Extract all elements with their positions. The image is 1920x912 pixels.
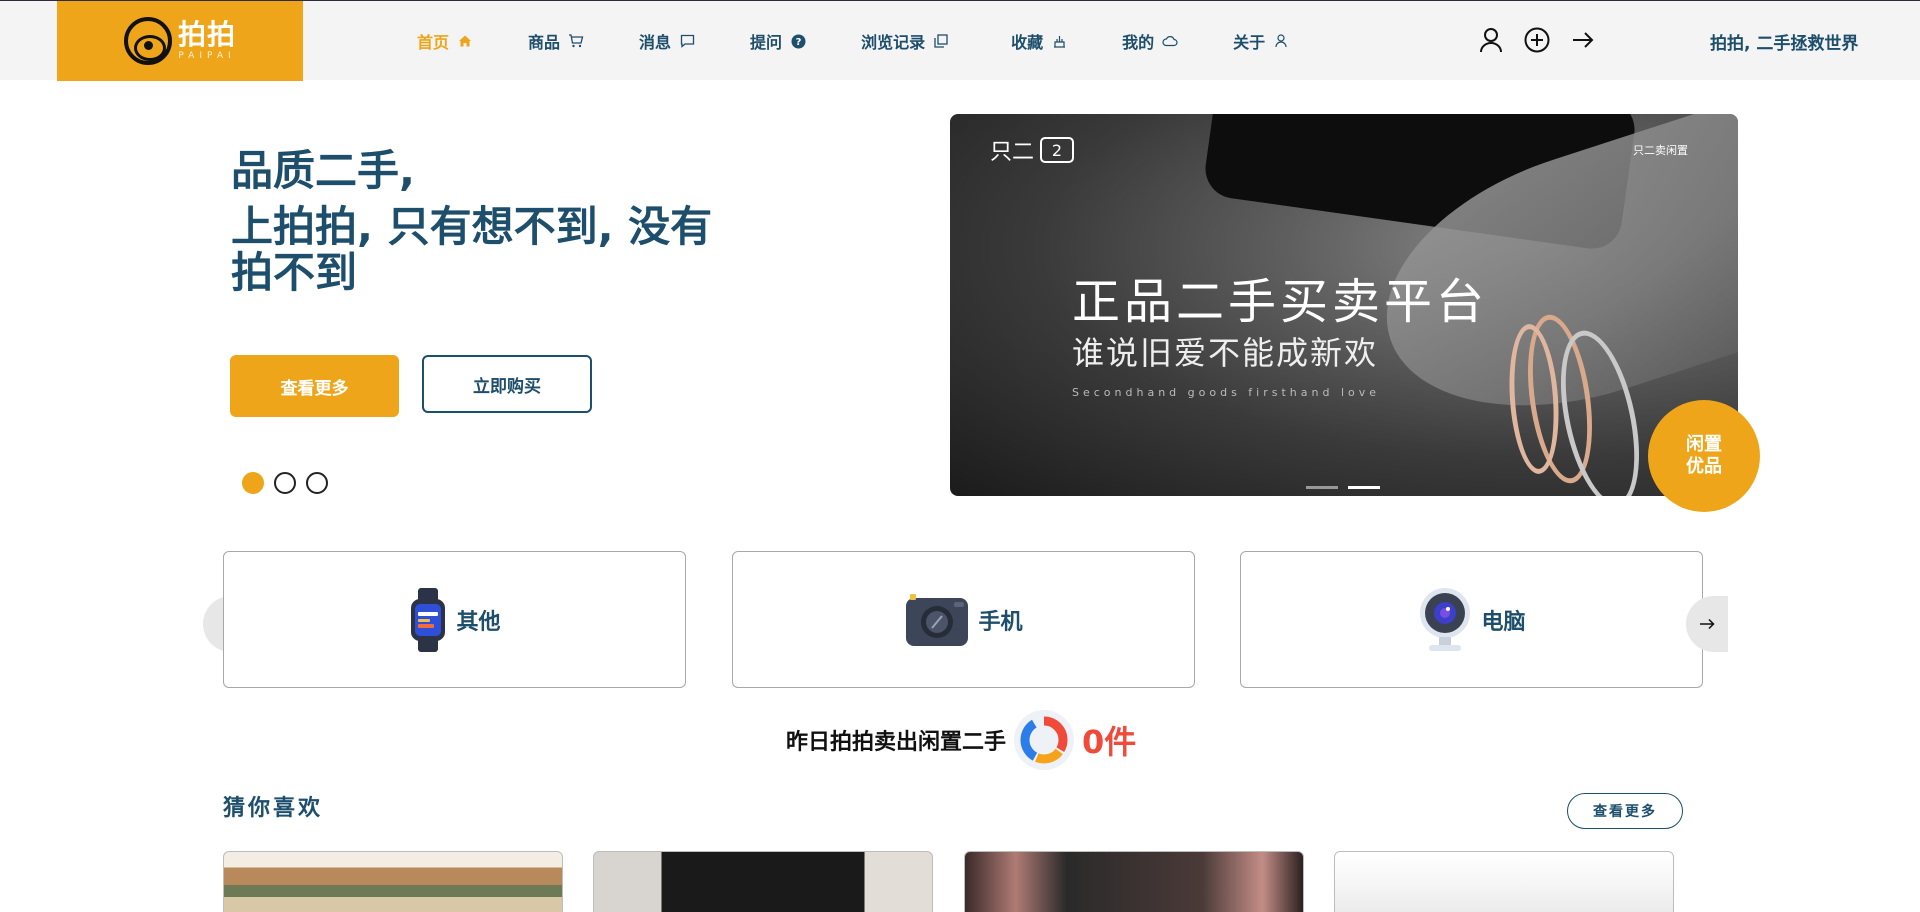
product-card-1[interactable]: [223, 851, 563, 912]
arrow-right-small-icon: [1700, 618, 1715, 630]
guess-view-more-button[interactable]: 查看更多: [1567, 793, 1683, 829]
top-header: 拍拍 PAIPAI 首页 商品 消息 提问 ? 浏览记录 收藏 我的 关于 拍拍…: [0, 0, 1920, 81]
banner-brand: 只二 2: [990, 134, 1075, 166]
nav-home[interactable]: 首页: [417, 29, 473, 53]
camera-icon: [904, 592, 970, 648]
svg-text:?: ?: [795, 37, 801, 48]
hero-dot-3[interactable]: [306, 472, 328, 494]
banner-indicators: [1306, 486, 1390, 489]
sold-count: 0件: [1082, 723, 1137, 761]
nav-history[interactable]: 浏览记录: [861, 29, 949, 53]
banner-brand-box: 2: [1040, 137, 1075, 163]
nav-questions[interactable]: 提问 ?: [750, 29, 806, 53]
arrow-right-icon[interactable]: [1568, 25, 1598, 55]
question-icon: ?: [790, 33, 806, 49]
hero-pagination: [242, 472, 338, 494]
header-actions: [1476, 25, 1614, 55]
brand-subtitle: PAIPAI: [178, 51, 236, 61]
promo-banner[interactable]: 只二 2 只二卖闲置 正品二手买卖平台 谁说旧爱不能成新欢 Secondhand…: [950, 114, 1738, 496]
favorite-icon: [1051, 33, 1067, 49]
home-icon: [457, 33, 473, 49]
hero-dot-2[interactable]: [274, 472, 296, 494]
banner-subheadline: 谁说旧爱不能成新欢: [1072, 334, 1379, 372]
cart-icon: [568, 33, 584, 49]
product-card-4[interactable]: [1334, 851, 1674, 912]
banner-indicator-2[interactable]: [1348, 486, 1380, 489]
category-card-phone[interactable]: 手机: [732, 551, 1195, 688]
idle-quality-badge: 闲置 优品: [1648, 400, 1760, 512]
nav-favorites[interactable]: 收藏: [1011, 29, 1067, 53]
site-slogan: 拍拍, 二手拯救世界: [1710, 34, 1859, 54]
history-icon: [933, 33, 949, 49]
hero-title: 品质二手, 上拍拍, 只有想不到, 没有拍不到: [231, 144, 751, 296]
user-outline-icon: [1273, 33, 1289, 49]
nav-messages[interactable]: 消息: [639, 29, 695, 53]
category-card-other[interactable]: 其他: [223, 551, 686, 688]
guess-you-like-title: 猜你喜欢: [223, 796, 324, 821]
smartwatch-icon: [408, 587, 448, 652]
banner-indicator-1[interactable]: [1306, 486, 1338, 489]
sold-text: 昨日拍拍卖出闲置二手: [786, 730, 1007, 755]
user-icon[interactable]: [1476, 25, 1506, 55]
nav-products[interactable]: 商品: [528, 29, 584, 53]
buy-now-button[interactable]: 立即购买: [422, 355, 592, 413]
main-nav: 首页 商品 消息 提问 ? 浏览记录 收藏 我的 关于: [417, 1, 1289, 81]
plus-circle-icon[interactable]: [1522, 25, 1552, 55]
banner-headline: 正品二手买卖平台: [1072, 274, 1489, 330]
hero-line-1: 品质二手,: [231, 146, 415, 195]
hero-dot-1[interactable]: [242, 472, 264, 494]
nav-mine[interactable]: 我的: [1122, 29, 1178, 53]
category-label: 手机: [978, 609, 1023, 635]
product-card-2[interactable]: [593, 851, 933, 912]
view-more-button[interactable]: 查看更多: [230, 355, 399, 417]
product-card-3[interactable]: [964, 851, 1304, 912]
sold-stat: 昨日拍拍卖出闲置二手 0件: [786, 708, 1136, 772]
brand-logo[interactable]: 拍拍 PAIPAI: [57, 1, 303, 81]
cloud-icon: [1162, 33, 1178, 49]
banner-english-tagline: Secondhand goods firsthand love: [1072, 386, 1381, 399]
category-label: 电脑: [1481, 609, 1526, 635]
hero-line-2: 上拍拍, 只有想不到, 没有拍不到: [231, 202, 713, 297]
bee-logo-icon: [123, 17, 172, 65]
message-icon: [679, 33, 695, 49]
category-label: 其他: [456, 609, 501, 635]
banner-corner-text: 只二卖闲置: [1633, 144, 1688, 157]
donut-chart-icon: [1012, 708, 1076, 772]
nav-about[interactable]: 关于: [1233, 29, 1289, 53]
webcam-icon: [1417, 587, 1473, 653]
brand-name: 拍拍: [177, 18, 236, 51]
category-card-computer[interactable]: 电脑: [1240, 551, 1703, 688]
